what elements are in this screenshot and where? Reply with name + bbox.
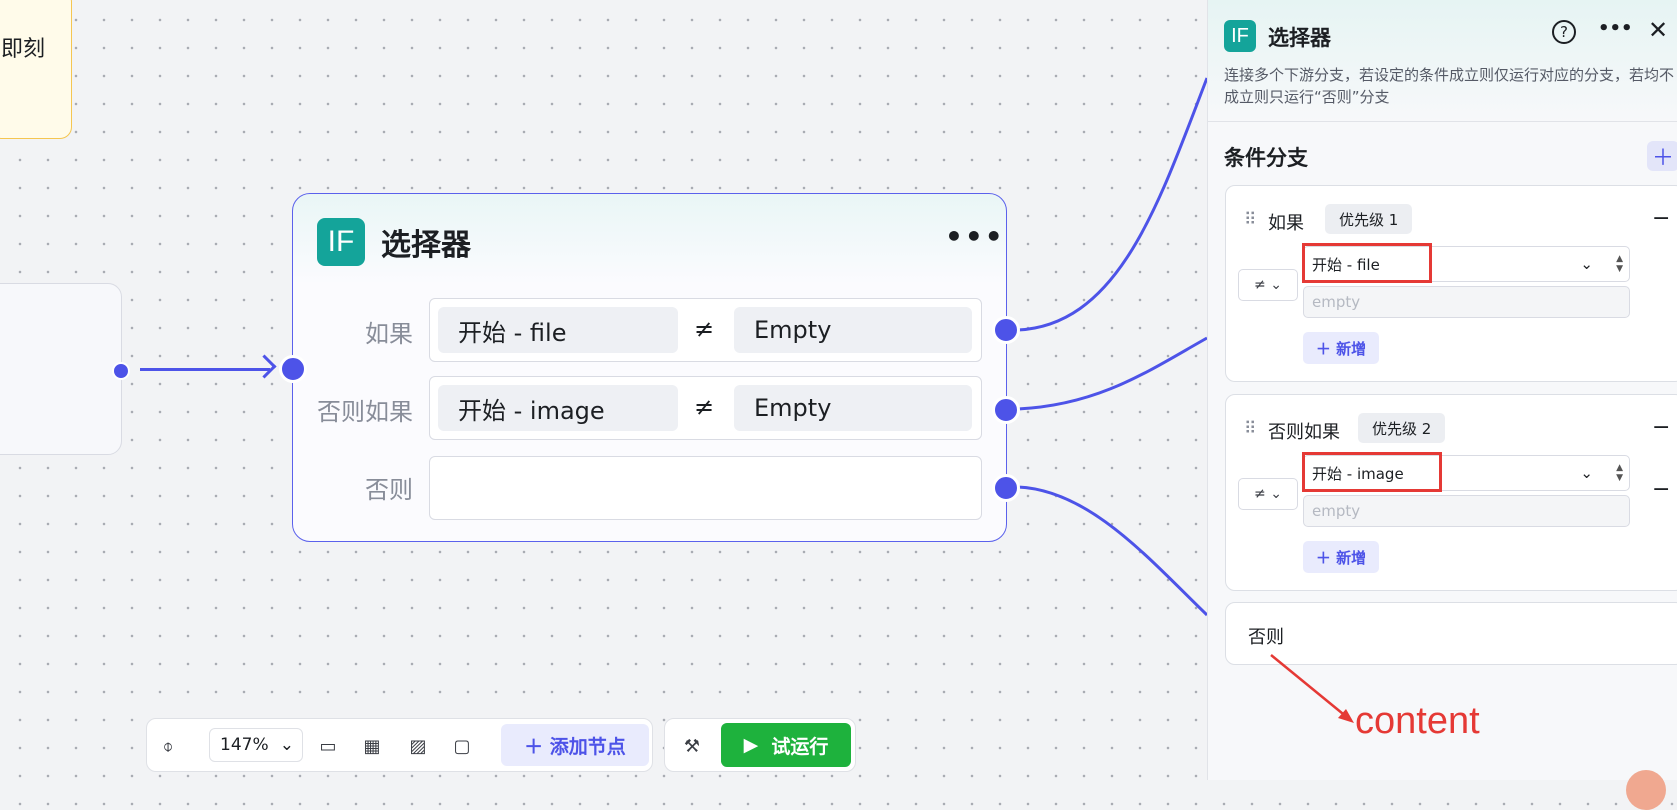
branch-label: 否则如果 <box>1268 422 1340 443</box>
value-input[interactable]: empty <box>1303 495 1630 527</box>
panel-title: 选择器 <box>1268 26 1331 50</box>
edge-else-branch <box>1017 485 1209 617</box>
condition-left: 开始 - file <box>438 307 678 353</box>
run-toolbar: ⚒ ▶ 试运行 <box>664 718 856 772</box>
selector-input-port[interactable] <box>279 355 307 383</box>
selector-node[interactable]: IF 选择器 ••• 如果 开始 - file ≠ Empty 否则如果 开始 … <box>292 193 1007 542</box>
layout-icon[interactable]: ▦ <box>359 733 385 759</box>
help-icon[interactable]: ? <box>1552 20 1576 44</box>
condition-right: Empty <box>734 385 972 431</box>
operator-value: ≠ <box>1254 486 1266 502</box>
if-icon: IF <box>1224 20 1256 52</box>
node-config-panel: IF 选择器 ? ••• ✕ 连接多个下游分支，若设定的条件成立则仅运行对应的分… <box>1207 0 1677 810</box>
branch-card-elseif: ⠿ 否则如果 优先级 2 − ≠ ⌄ 开始 - image ⌄ ▲ ▼ − empty… <box>1225 394 1677 591</box>
row-label-elseif: 否则如果 <box>317 398 413 426</box>
condition-right: Empty <box>734 307 972 353</box>
mouse-mode-icon[interactable]: ⌽ <box>155 733 181 759</box>
branch-card-if: ⠿ 如果 优先级 1 − ≠ ⌄ 开始 - file ⌄ ▲ ▼ empty ＋ 新增 <box>1225 185 1677 382</box>
chevron-down-icon: ⌄ <box>279 735 294 755</box>
add-condition-label: 新增 <box>1336 339 1367 358</box>
highlight-box <box>1302 243 1432 283</box>
condition-row-elseif[interactable]: 开始 - image ≠ Empty <box>429 376 982 440</box>
condition-left: 开始 - image <box>438 385 678 431</box>
more-icon[interactable]: ••• <box>1598 18 1633 39</box>
add-condition-label: 新增 <box>1336 548 1367 567</box>
avatar[interactable] <box>1626 770 1666 810</box>
condition-row-if[interactable]: 开始 - file ≠ Empty <box>429 298 982 362</box>
node-title: 选择器 <box>381 228 471 263</box>
zoom-select[interactable]: 147% ⌄ <box>209 728 303 762</box>
stepper-icon: ▲ ▼ <box>1616 463 1623 483</box>
wrench-icon[interactable]: ⚒ <box>679 733 705 759</box>
remove-condition-icon[interactable]: − <box>1652 477 1670 502</box>
not-equal-icon: ≠ <box>694 315 715 343</box>
remove-branch-icon[interactable]: − <box>1652 415 1670 440</box>
stepper-icon: ▲ ▼ <box>1616 254 1623 274</box>
panel-description: 连接多个下游分支，若设定的条件成立则仅运行对应的分支，若均不成立则只运行“否则”… <box>1224 66 1675 106</box>
output-port-elseif[interactable] <box>992 396 1020 424</box>
condition-row-else[interactable] <box>429 456 982 520</box>
comment-icon[interactable]: ▭ <box>315 733 341 759</box>
panel-header: IF 选择器 ? ••• ✕ 连接多个下游分支，若设定的条件成立则仅运行对应的分… <box>1208 0 1677 122</box>
canvas-toolbar: ⌽ 147% ⌄ ▭ ▦ ▨ ▢ ＋ 添加节点 <box>146 718 653 772</box>
chevron-down-icon: ⌄ <box>1580 255 1593 273</box>
priority-badge: 优先级 2 <box>1358 413 1446 443</box>
minimap-icon[interactable]: ▢ <box>449 733 475 759</box>
add-condition-button[interactable]: ＋ 新增 <box>1303 541 1379 573</box>
section-title: 条件分支 <box>1224 146 1308 170</box>
close-icon[interactable]: ✕ <box>1648 16 1668 44</box>
annotation-arrow-icon <box>1270 654 1354 723</box>
add-node-button[interactable]: ＋ 添加节点 <box>501 724 649 766</box>
output-port-else[interactable] <box>992 474 1020 502</box>
output-port-if[interactable] <box>992 316 1020 344</box>
add-node-label: 添加节点 <box>549 735 626 758</box>
operator-value: ≠ <box>1254 277 1266 293</box>
operator-select[interactable]: ≠ ⌄ <box>1238 269 1298 301</box>
value-placeholder: empty <box>1312 502 1361 520</box>
operator-select[interactable]: ≠ ⌄ <box>1238 478 1298 510</box>
branch-label: 如果 <box>1268 213 1304 234</box>
add-branch-button[interactable]: ＋ <box>1647 141 1677 171</box>
edge-if-branch <box>1017 77 1209 332</box>
chevron-down-icon: ⌄ <box>1580 464 1593 482</box>
annotation-text: content <box>1355 700 1480 742</box>
else-label: 否则 <box>1248 627 1284 648</box>
add-condition-button[interactable]: ＋ 新增 <box>1303 332 1379 364</box>
drag-handle-icon[interactable]: ⠿ <box>1244 419 1256 439</box>
row-label-if: 如果 <box>365 320 413 348</box>
test-run-label: 试运行 <box>771 735 829 758</box>
priority-badge: 优先级 1 <box>1325 204 1413 234</box>
image-icon[interactable]: ▨ <box>405 733 431 759</box>
zoom-value: 147% <box>220 735 269 755</box>
remove-branch-icon[interactable]: − <box>1652 206 1670 231</box>
row-label-else: 否则 <box>365 476 413 504</box>
not-equal-icon: ≠ <box>694 393 715 421</box>
drag-handle-icon[interactable]: ⠿ <box>1244 210 1256 230</box>
value-input[interactable]: empty <box>1303 286 1630 318</box>
value-placeholder: empty <box>1312 293 1361 311</box>
if-icon: IF <box>317 218 365 266</box>
test-run-button[interactable]: ▶ 试运行 <box>721 723 851 767</box>
more-icon[interactable]: ••• <box>945 220 1005 253</box>
highlight-box <box>1302 452 1442 492</box>
edge-elseif-branch <box>1017 336 1208 411</box>
